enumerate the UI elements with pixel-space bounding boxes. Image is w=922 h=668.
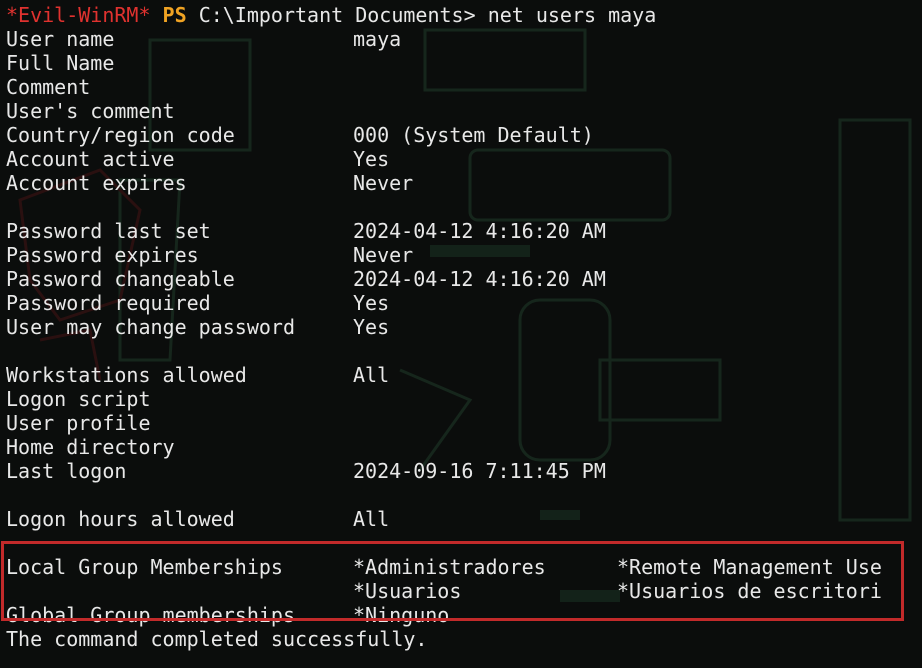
row-label: User's comment — [6, 99, 175, 123]
row-label: User name — [6, 27, 115, 51]
row-label: Country/region code — [6, 123, 235, 147]
ps-tag: PS — [162, 3, 187, 27]
row-value: Yes — [353, 291, 390, 315]
evil-winrm-tag: *Evil-WinRM* — [6, 3, 151, 27]
prompt-path: C:\Important Documents> — [198, 3, 476, 27]
row-label: Full Name — [6, 51, 115, 75]
command-completed-message: The command completed successfully. — [6, 627, 428, 651]
row-label: User profile — [6, 411, 151, 435]
row-label: Password last set — [6, 219, 211, 243]
row-value: All — [353, 363, 390, 387]
row-label: User may change password — [6, 315, 295, 339]
row-label: Password changeable — [6, 267, 235, 291]
row-label: Logon script — [6, 387, 151, 411]
row-label: Password required — [6, 291, 211, 315]
row-value: maya — [353, 27, 402, 51]
row-value: All — [353, 507, 390, 531]
row-label: Account active — [6, 147, 175, 171]
row-value: 2024-09-16 7:11:45 PM — [353, 459, 606, 483]
row-value: 000 (System Default) — [353, 123, 594, 147]
row-label: Workstations allowed — [6, 363, 247, 387]
group-memberships-highlight — [1, 541, 904, 621]
row-label: Account expires — [6, 171, 187, 195]
row-label: Comment — [6, 75, 91, 99]
row-value: Never — [353, 243, 414, 267]
command-text: net users maya — [487, 3, 657, 27]
row-label: Last logon — [6, 459, 127, 483]
row-value: Yes — [353, 147, 390, 171]
row-label: Logon hours allowed — [6, 507, 235, 531]
row-value: 2024-04-12 4:16:20 AM — [353, 267, 606, 291]
prompt-line: *Evil-WinRM* PS C:\Important Documents> … — [6, 3, 656, 27]
row-label: Password expires — [6, 243, 199, 267]
row-value: Yes — [353, 315, 390, 339]
row-value: Never — [353, 171, 414, 195]
row-value: 2024-04-12 4:16:20 AM — [353, 219, 606, 243]
terminal-window[interactable]: *Evil-WinRM* PS C:\Important Documents> … — [0, 0, 922, 668]
row-label: Home directory — [6, 435, 175, 459]
